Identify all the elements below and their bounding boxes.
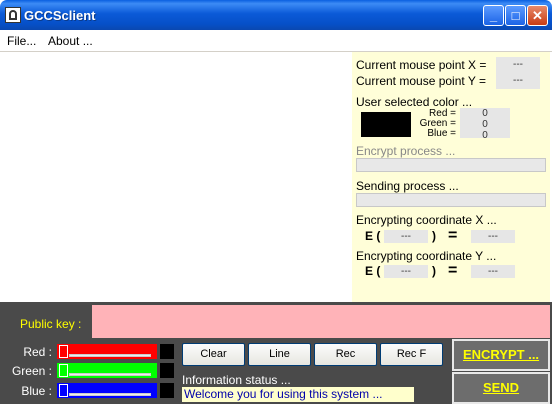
- green-slider-groove: [69, 373, 151, 376]
- red-preview-swatch: [160, 344, 174, 359]
- red-slider-knob[interactable]: [59, 345, 68, 358]
- blue-slider-groove: [69, 393, 151, 396]
- enc-y-e-open: E (: [365, 264, 381, 278]
- red-slider-groove: [69, 354, 151, 357]
- menu-bar: File... About ...: [0, 30, 552, 52]
- encrypt-button[interactable]: ENCRYPT ...: [452, 339, 550, 371]
- send-button[interactable]: SEND: [452, 372, 550, 404]
- menu-about-label: About ...: [48, 34, 93, 48]
- mouse-y-value: ---: [496, 73, 540, 89]
- green-slider-knob[interactable]: [59, 364, 68, 377]
- control-panel: Public key : Red : Green : Blue : Clear …: [0, 302, 552, 404]
- blue-slider-label: Blue :: [21, 384, 52, 398]
- menu-file-label: File...: [7, 34, 37, 48]
- enc-x-label: Encrypting coordinate X ...: [356, 213, 497, 227]
- encrypt-progress-bar: [356, 158, 546, 172]
- enc-y-equals: =: [448, 262, 458, 279]
- menu-file[interactable]: File...: [7, 34, 36, 48]
- mouse-x-value: ---: [496, 57, 540, 73]
- selected-color-swatch: [361, 112, 411, 137]
- sending-progress-bar: [356, 193, 546, 207]
- send-button-label: SEND: [482, 380, 520, 395]
- enc-x-input: ---: [384, 230, 428, 243]
- maximize-button[interactable]: □: [505, 5, 526, 26]
- rec-f-button[interactable]: Rec F: [380, 343, 443, 366]
- enc-x-e-open: E (: [365, 229, 381, 243]
- line-button[interactable]: Line: [248, 343, 311, 366]
- info-status-field: Welcome you for using this system ...: [182, 387, 414, 402]
- info-status-label: Information status ...: [182, 373, 291, 387]
- mouse-y-label: Current mouse point Y =: [356, 74, 486, 88]
- info-panel: Current mouse point X = --- Current mous…: [352, 52, 550, 302]
- green-slider[interactable]: [57, 363, 157, 378]
- clear-button[interactable]: Clear: [182, 343, 245, 366]
- blue-value: 0: [482, 130, 488, 141]
- enc-x-result: ---: [471, 230, 515, 243]
- blue-slider-knob[interactable]: [59, 384, 68, 397]
- mouse-x-label: Current mouse point X =: [356, 58, 487, 72]
- enc-y-input: ---: [384, 265, 428, 278]
- public-key-field[interactable]: [92, 305, 550, 338]
- rec-button[interactable]: Rec: [314, 343, 377, 366]
- enc-x-e-close: ): [432, 229, 436, 243]
- red-slider[interactable]: [57, 344, 157, 359]
- green-preview-swatch: [160, 363, 174, 378]
- title-bar: GCCSclient _ □ ✕: [0, 0, 552, 30]
- minimize-button[interactable]: _: [483, 5, 504, 26]
- sending-process-label: Sending process ...: [356, 179, 459, 193]
- blue-label: Blue =: [427, 128, 456, 139]
- encrypt-process-label: Encrypt process ...: [356, 144, 456, 158]
- red-value: 0: [482, 108, 488, 119]
- enc-y-e-close: ): [432, 264, 436, 278]
- menu-about[interactable]: About ...: [48, 34, 93, 48]
- user-color-label: User selected color ...: [356, 95, 473, 109]
- drawing-canvas[interactable]: [2, 52, 352, 302]
- window-title: GCCSclient: [24, 8, 96, 23]
- app-icon: [5, 7, 21, 23]
- green-value: 0: [482, 119, 488, 130]
- blue-preview-swatch: [160, 383, 174, 398]
- encrypt-button-label: ENCRYPT ...: [462, 347, 540, 362]
- blue-slider[interactable]: [57, 383, 157, 398]
- green-slider-label: Green :: [11, 364, 52, 378]
- enc-y-result: ---: [471, 265, 515, 278]
- enc-y-label: Encrypting coordinate Y ...: [356, 249, 497, 263]
- public-key-label: Public key :: [20, 317, 82, 331]
- enc-x-equals: =: [448, 227, 458, 244]
- rgb-values: 0 0 0: [460, 108, 510, 141]
- red-slider-label: Red :: [23, 345, 52, 359]
- close-button[interactable]: ✕: [527, 5, 548, 26]
